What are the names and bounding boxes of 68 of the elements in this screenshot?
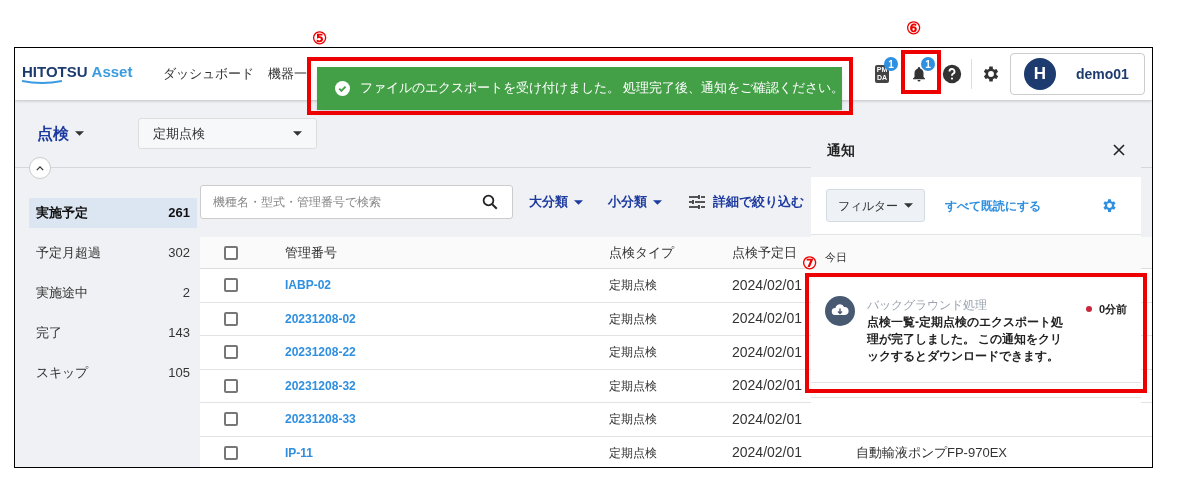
sidebar-item[interactable]: 予定月超過 302 bbox=[29, 238, 197, 268]
cloud-download-icon bbox=[825, 296, 855, 326]
checkbox[interactable] bbox=[224, 378, 238, 393]
caret-icon bbox=[904, 203, 913, 208]
category-dropdown[interactable]: 大分類 bbox=[529, 192, 583, 212]
annotation-number: ⑦ bbox=[802, 255, 817, 272]
page-title-dropdown[interactable]: 点検 bbox=[37, 121, 138, 146]
checkbox[interactable] bbox=[224, 245, 238, 260]
mark-all-read-link[interactable]: すべて既読にする bbox=[945, 196, 1041, 215]
sidebar-item[interactable]: 完了 143 bbox=[29, 318, 197, 348]
filter-dropdown[interactable]: フィルター bbox=[826, 189, 925, 222]
table-cell-text: 自動輸液ポンプFP-970EX bbox=[856, 444, 1007, 462]
toast-message: ファイルのエクスポートを受け付けました。 処理完了後、通知をご確認ください。 bbox=[360, 80, 845, 98]
annotation-number: ⑤ bbox=[312, 30, 327, 47]
checkbox[interactable] bbox=[224, 345, 238, 360]
sliders-icon bbox=[689, 195, 705, 209]
user-menu-button[interactable]: H demo01 bbox=[1010, 53, 1145, 95]
nav-link[interactable]: 機器一 bbox=[268, 64, 307, 84]
table-cell-text: 定期点検 bbox=[609, 344, 658, 362]
category-dropdown[interactable]: 小分類 bbox=[608, 192, 662, 212]
sidebar-item[interactable]: 実施途中 2 bbox=[29, 278, 197, 308]
table-cell-text: 2024/02/01 bbox=[732, 275, 804, 295]
logo-swoosh-icon bbox=[22, 80, 62, 84]
help-icon[interactable] bbox=[942, 64, 962, 84]
group-label: 今日 bbox=[825, 249, 847, 265]
caret-icon bbox=[574, 199, 583, 205]
avatar: H bbox=[1024, 58, 1056, 90]
column-header: 管理番号 bbox=[285, 243, 338, 262]
checkbox[interactable] bbox=[224, 445, 238, 460]
table-cell-text: 定期点検 bbox=[609, 377, 658, 395]
caret-icon bbox=[75, 131, 84, 136]
nav-link[interactable]: ダッシュボード bbox=[163, 64, 254, 84]
bell-icon bbox=[910, 65, 928, 83]
notification-time: 0分前 bbox=[1098, 301, 1127, 317]
table-cell-text: 2024/02/01 bbox=[732, 409, 804, 429]
caret-icon bbox=[653, 199, 662, 205]
column-header: 点検タイプ bbox=[609, 243, 676, 262]
logo-accent-text: Asset bbox=[91, 64, 133, 79]
table-cell-text: 2024/02/01 bbox=[732, 309, 804, 329]
panel-title: 通知 bbox=[827, 140, 855, 160]
search-icon bbox=[481, 193, 499, 211]
checkbox[interactable] bbox=[224, 311, 238, 326]
close-icon[interactable] bbox=[1113, 144, 1125, 156]
sidebar-item[interactable]: スキップ 105 bbox=[29, 358, 197, 388]
chevron-up-icon bbox=[36, 165, 44, 171]
check-circle-icon bbox=[335, 81, 350, 96]
inspection-type-select[interactable]: 定期点検 bbox=[138, 118, 317, 149]
notification-card[interactable]: バックグラウンド処理 点検一覧-定期点検のエクスポート処理が完了しました。 この通知をクリックするとダウンロードできます。 0分前 bbox=[811, 279, 1141, 383]
table-cell-text: 定期点検 bbox=[609, 444, 658, 462]
checkbox[interactable] bbox=[224, 412, 238, 427]
table-cell-text: 定期点検 bbox=[609, 411, 658, 429]
logo-text: HITOTSU bbox=[22, 64, 88, 79]
search-field[interactable]: 機種名・型式・管理番号で検索 bbox=[200, 185, 513, 219]
table-cell-text: 2024/02/01 bbox=[732, 342, 804, 362]
checkbox[interactable] bbox=[224, 278, 238, 293]
highlight-frame bbox=[901, 50, 941, 94]
collapse-button[interactable] bbox=[29, 157, 51, 179]
column-header: 点検予定日 bbox=[732, 243, 798, 262]
caret-icon bbox=[293, 131, 302, 136]
table-cell-text: 定期点検 bbox=[609, 310, 658, 328]
sidebar-item[interactable]: 実施予定 261 bbox=[29, 198, 197, 228]
annotation-number: ⑥ bbox=[906, 20, 921, 37]
table-cell-text: 2024/02/01 bbox=[732, 376, 804, 396]
settings-icon[interactable] bbox=[981, 64, 1001, 84]
badge: 1 bbox=[921, 57, 935, 71]
table-cell-text: 定期点検 bbox=[609, 277, 658, 295]
table-cell-text: 2024/02/01 bbox=[732, 443, 804, 463]
detail-filter-button[interactable]: 詳細で絞り込む bbox=[689, 192, 804, 212]
